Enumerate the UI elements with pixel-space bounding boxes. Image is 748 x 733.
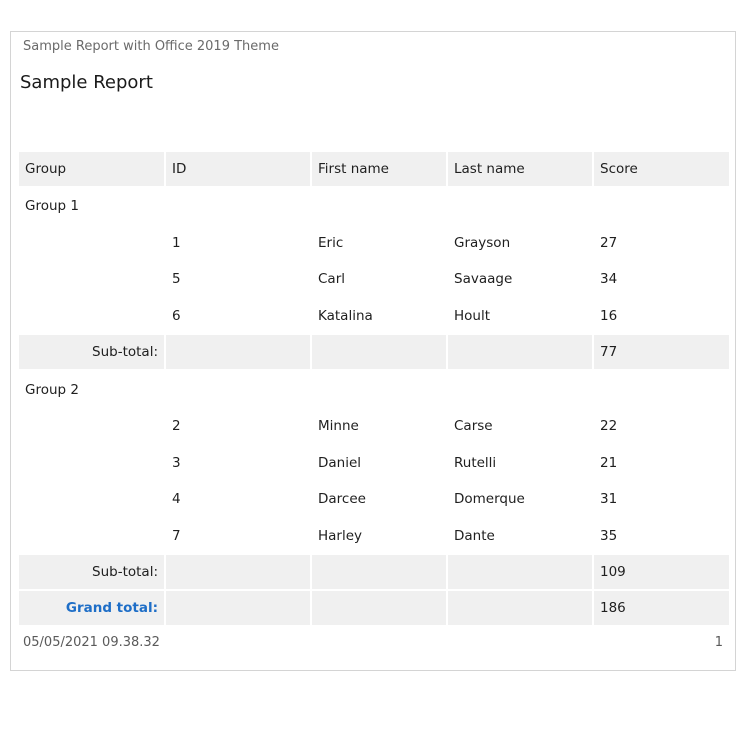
column-header-group: Group — [19, 152, 164, 186]
cell-score: 31 — [600, 491, 618, 508]
subtotal-value: 77 — [594, 335, 729, 370]
table-row: 5 Carl Savaage 34 — [19, 261, 729, 298]
column-header-id: ID — [166, 152, 310, 186]
cell-first-name: Darcee — [318, 491, 366, 508]
cell-score: 22 — [600, 418, 618, 435]
cell-id: 4 — [172, 491, 181, 508]
table-row: 6 Katalina Hoult 16 — [19, 298, 729, 335]
cell-last-name: Rutelli — [454, 454, 497, 471]
group-label: Group 2 — [25, 381, 79, 398]
subtotal-row: Sub-total: 77 — [19, 335, 729, 370]
subtotal-label: Sub-total: — [19, 555, 164, 590]
cell-last-name: Domerque — [454, 491, 525, 508]
table-row: 3 Daniel Rutelli 21 — [19, 445, 729, 482]
cell-score: 16 — [600, 308, 618, 325]
column-header-last-name: Last name — [448, 152, 592, 186]
cell-first-name: Carl — [318, 271, 345, 288]
report-page: Sample Report with Office 2019 Theme Sam… — [10, 31, 736, 671]
cell-last-name: Grayson — [454, 234, 511, 251]
group-row: Group 2 — [19, 371, 729, 408]
cell-first-name: Minne — [318, 418, 359, 435]
grand-total-row: Grand total: 186 — [19, 591, 729, 626]
report-title: Sample Report — [20, 72, 153, 93]
cell-id: 5 — [172, 271, 181, 288]
cell-id: 1 — [172, 234, 181, 251]
report-caption: Sample Report with Office 2019 Theme — [23, 39, 279, 54]
grand-total-value: 186 — [594, 591, 729, 626]
cell-id: 6 — [172, 308, 181, 325]
cell-last-name: Savaage — [454, 271, 513, 288]
group-label: Group 1 — [25, 198, 79, 215]
cell-score: 34 — [600, 271, 618, 288]
table-row: 1 Eric Grayson 27 — [19, 225, 729, 262]
report-table: Group ID First name Last name Score Grou… — [19, 152, 729, 627]
grand-total-label: Grand total: — [65, 600, 158, 617]
table-row: 7 Harley Dante 35 — [19, 518, 729, 555]
cell-score: 35 — [600, 528, 618, 545]
cell-last-name: Carse — [454, 418, 493, 435]
cell-last-name: Hoult — [454, 308, 491, 325]
column-header-score: Score — [594, 152, 729, 186]
table-row: 4 Darcee Domerque 31 — [19, 481, 729, 518]
cell-id: 2 — [172, 418, 181, 435]
table-row: 2 Minne Carse 22 — [19, 408, 729, 445]
subtotal-label: Sub-total: — [19, 335, 164, 370]
subtotal-row: Sub-total: 109 — [19, 555, 729, 590]
cell-id: 3 — [172, 454, 181, 471]
footer-date: 05/05/2021 09.38.32 — [23, 635, 160, 650]
group-row: Group 1 — [19, 188, 729, 225]
cell-last-name: Dante — [454, 528, 495, 545]
cell-id: 7 — [172, 528, 181, 545]
cell-first-name: Daniel — [318, 454, 362, 471]
column-header-first-name: First name — [312, 152, 446, 186]
footer-page-number: 1 — [714, 635, 723, 650]
cell-score: 27 — [600, 234, 618, 251]
cell-first-name: Katalina — [318, 308, 373, 325]
subtotal-value: 109 — [594, 555, 729, 590]
cell-first-name: Eric — [318, 234, 344, 251]
cell-first-name: Harley — [318, 528, 363, 545]
table-header-row: Group ID First name Last name Score — [19, 152, 729, 186]
cell-score: 21 — [600, 454, 618, 471]
